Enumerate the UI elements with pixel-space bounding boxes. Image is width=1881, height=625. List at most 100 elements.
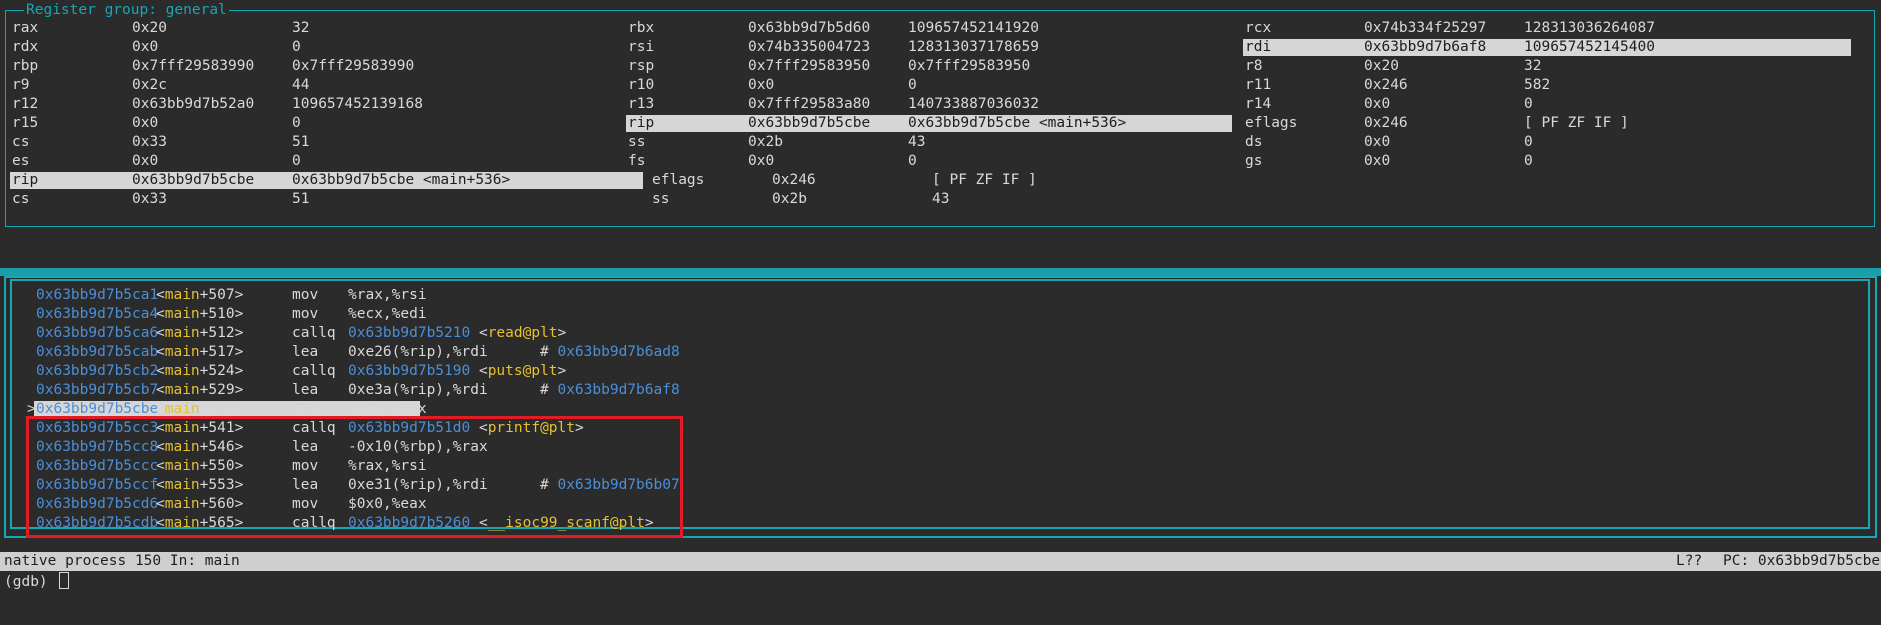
register-name-r9: r9 (12, 77, 30, 93)
instruction-symbol: <main+512> (156, 325, 244, 341)
gdb-command-line[interactable]: (gdb) (4, 572, 70, 591)
register-hex-rip: 0x63bb9d7b5cbe (132, 172, 255, 188)
register-name-eflags: eflags (652, 172, 705, 188)
register-name-rsi: rsi (628, 39, 655, 55)
register-hex-r8: 0x20 (1364, 58, 1399, 74)
register-value-r8: 32 (1524, 58, 1542, 74)
register-hex-es: 0x0 (132, 153, 159, 169)
instruction-symbol: <main+517> (156, 344, 244, 360)
register-hex-cs: 0x33 (132, 134, 167, 150)
register-value-r13: 140733887036032 (908, 96, 1039, 112)
register-name-r15: r15 (12, 115, 39, 131)
register-value-r12: 109657452139168 (292, 96, 423, 112)
register-hex-rdi: 0x63bb9d7b6af8 (1364, 39, 1487, 55)
instruction-address: 0x63bb9d7b5ca6 (36, 325, 159, 341)
instruction-address: 0x63bb9d7b5ca4 (36, 306, 159, 322)
register-value-rip: 0x63bb9d7b5cbe <main+536> (908, 115, 1127, 131)
register-hex-cs: 0x33 (132, 191, 167, 207)
register-value-rsi: 128313037178659 (908, 39, 1039, 55)
instruction-symbol: <main+510> (156, 306, 244, 322)
instruction-operands: 0xe3a(%rip),%rdi (348, 382, 488, 398)
register-name-rip: rip (628, 115, 655, 131)
instruction-mnemonic: callq (292, 363, 336, 379)
instruction-operands: 0x63bb9d7b5190 <puts@plt> (348, 363, 567, 379)
register-value-r15: 0 (292, 115, 301, 131)
call-target-symbol: puts@plt (487, 363, 558, 379)
instruction-operands: %rax,%rsi (348, 287, 427, 303)
status-line: L?? (1676, 553, 1703, 569)
instruction-address: 0x63bb9d7b5ca1 (36, 287, 159, 303)
register-value-cs: 51 (292, 134, 310, 150)
register-name-ds: ds (1245, 134, 1263, 150)
register-name-rsp: rsp (628, 58, 655, 74)
symbol-name: main (164, 363, 200, 379)
register-name-r11: r11 (1245, 77, 1272, 93)
register-hex-r9: 0x2c (132, 77, 167, 93)
comment-address: 0x63bb9d7b6ad8 (557, 344, 680, 360)
register-value-r11: 582 (1524, 77, 1551, 93)
register-hex-rbp: 0x7fff29583990 (132, 58, 255, 74)
status-process: native process 150 In: main (4, 553, 240, 569)
register-hex-rax: 0x20 (132, 20, 167, 36)
register-hex-rcx: 0x74b334f25297 (1364, 20, 1487, 36)
register-value-ss: 43 (932, 191, 950, 207)
register-hex-r13: 0x7fff29583a80 (748, 96, 871, 112)
register-hex-gs: 0x0 (1364, 153, 1391, 169)
window-separator (0, 268, 1881, 276)
comment-address: 0x63bb9d7b6af8 (557, 382, 680, 398)
register-hex-r11: 0x246 (1364, 77, 1408, 93)
register-name-rbp: rbp (12, 58, 39, 74)
register-hex-ss: 0x2b (748, 134, 783, 150)
instruction-symbol: <main+524> (156, 363, 244, 379)
register-name-rcx: rcx (1245, 20, 1272, 36)
register-name-eflags: eflags (1245, 115, 1298, 131)
instruction-address: 0x63bb9d7b5cb2 (36, 363, 159, 379)
register-value-rcx: 128313036264087 (1524, 20, 1655, 36)
instruction-operands: 0xe26(%rip),%rdi (348, 344, 488, 360)
text-cursor (59, 572, 70, 589)
symbol-name: main (164, 287, 200, 303)
register-hex-r14: 0x0 (1364, 96, 1391, 112)
register-value-eflags: [ PF ZF IF ] (1524, 115, 1629, 131)
annotation-highlight-box (26, 416, 683, 538)
instruction-symbol: <main+507> (156, 287, 244, 303)
register-hex-ss: 0x2b (772, 191, 807, 207)
register-name-ss: ss (628, 134, 646, 150)
register-value-eflags: [ PF ZF IF ] (932, 172, 1037, 188)
register-hex-eflags: 0x246 (772, 172, 816, 188)
register-value-ds: 0 (1524, 134, 1533, 150)
register-name-rip: rip (12, 172, 39, 188)
register-value-rdx: 0 (292, 39, 301, 55)
register-value-rbp: 0x7fff29583990 (292, 58, 415, 74)
symbol-name: main (164, 306, 200, 322)
register-value-ss: 43 (908, 134, 926, 150)
call-target-address: 0x63bb9d7b5210 (348, 325, 471, 341)
call-target-address: 0x63bb9d7b5190 (348, 363, 471, 379)
register-name-fs: fs (628, 153, 646, 169)
instruction-comment: # 0x63bb9d7b6af8 (540, 382, 680, 398)
register-name-r13: r13 (628, 96, 655, 112)
instruction-mnemonic: mov (292, 287, 319, 303)
register-value-fs: 0 (908, 153, 917, 169)
register-hex-r10: 0x0 (748, 77, 775, 93)
register-value-gs: 0 (1524, 153, 1533, 169)
status-bar: native process 150 In: main L?? PC: 0x63… (0, 552, 1881, 571)
register-name-cs: cs (12, 134, 30, 150)
symbol-name: main (164, 325, 200, 341)
register-hex-ds: 0x0 (1364, 134, 1391, 150)
instruction-mnemonic: mov (292, 306, 319, 322)
register-value-rax: 32 (292, 20, 310, 36)
instruction-address: 0x63bb9d7b5cab (36, 344, 159, 360)
instruction-symbol: <main+529> (156, 382, 244, 398)
register-hex-r12: 0x63bb9d7b52a0 (132, 96, 255, 112)
instruction-mnemonic: lea (292, 344, 319, 360)
register-value-r9: 44 (292, 77, 310, 93)
register-hex-rsp: 0x7fff29583950 (748, 58, 871, 74)
register-name-rbx: rbx (628, 20, 655, 36)
register-hex-rdx: 0x0 (132, 39, 159, 55)
call-target-symbol: read@plt (487, 325, 558, 341)
register-name-r14: r14 (1245, 96, 1272, 112)
symbol-name: main (164, 401, 200, 417)
register-hex-rip: 0x63bb9d7b5cbe (748, 115, 871, 131)
register-name-rdx: rdx (12, 39, 39, 55)
